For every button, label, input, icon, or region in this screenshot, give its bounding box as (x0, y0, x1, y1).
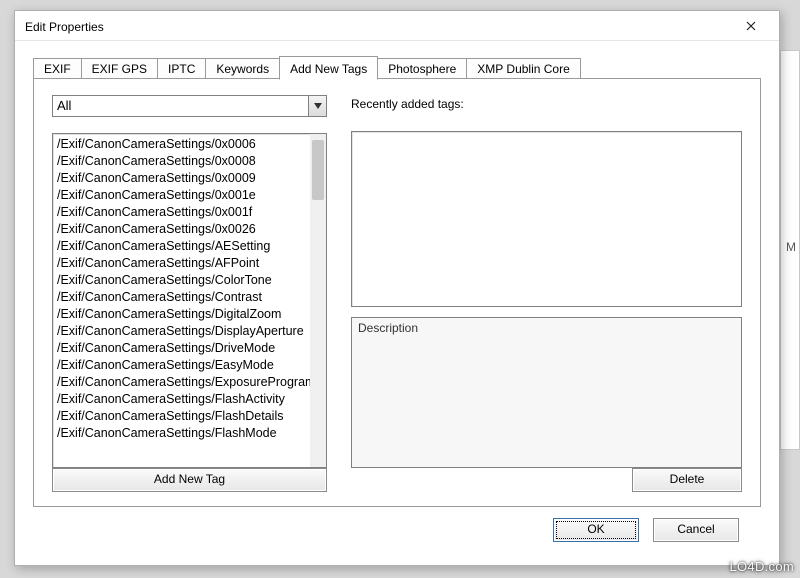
recently-added-label: Recently added tags: (351, 95, 742, 117)
tab-xmp-dublin-core[interactable]: XMP Dublin Core (466, 58, 580, 79)
tab-panel-add-new-tags: All /Exif/CanonCameraSettings/0x0006/Exi… (33, 78, 761, 507)
list-item[interactable]: /Exif/CanonCameraSettings/ColorTone (55, 272, 310, 289)
tab-iptc[interactable]: IPTC (157, 58, 206, 79)
watermark: LO4D.com (729, 559, 794, 574)
right-column: Recently added tags: Description Delete (351, 95, 742, 492)
list-item[interactable]: /Exif/CanonCameraSettings/FlashDetails (55, 408, 310, 425)
recently-added-listbox[interactable] (351, 131, 742, 307)
delete-row: Delete (351, 468, 742, 492)
list-item[interactable]: /Exif/CanonCameraSettings/0x001e (55, 187, 310, 204)
filter-combo[interactable]: All (52, 95, 327, 117)
tab-exif-gps[interactable]: EXIF GPS (81, 58, 158, 79)
scrollbar-vertical[interactable] (310, 134, 326, 467)
close-button[interactable] (731, 14, 771, 38)
tab-exif[interactable]: EXIF (33, 58, 82, 79)
add-new-tag-button[interactable]: Add New Tag (52, 468, 327, 492)
filter-combo-value: All (53, 96, 308, 116)
list-item[interactable]: /Exif/CanonCameraSettings/Contrast (55, 289, 310, 306)
titlebar: Edit Properties (15, 11, 779, 41)
list-item[interactable]: /Exif/CanonCameraSettings/0x0009 (55, 170, 310, 187)
tab-photosphere[interactable]: Photosphere (377, 58, 467, 79)
left-column: All /Exif/CanonCameraSettings/0x0006/Exi… (52, 95, 327, 492)
list-item[interactable]: /Exif/CanonCameraSettings/0x0026 (55, 221, 310, 238)
list-item[interactable]: /Exif/CanonCameraSettings/FlashActivity (55, 391, 310, 408)
list-item[interactable]: /Exif/CanonCameraSettings/DriveMode (55, 340, 310, 357)
list-item[interactable]: /Exif/CanonCameraSettings/0x001f (55, 204, 310, 221)
tags-listbox-inner: /Exif/CanonCameraSettings/0x0006/Exif/Ca… (53, 134, 310, 467)
list-item[interactable]: /Exif/CanonCameraSettings/0x0006 (55, 136, 310, 153)
tabstrip: EXIF EXIF GPS IPTC Keywords Add New Tags… (33, 55, 761, 79)
window-title: Edit Properties (25, 18, 731, 34)
dialog-client: EXIF EXIF GPS IPTC Keywords Add New Tags… (15, 41, 779, 565)
delete-button[interactable]: Delete (632, 468, 742, 492)
dialog-footer: OK Cancel (33, 507, 761, 553)
list-item[interactable]: /Exif/CanonCameraSettings/0x0008 (55, 153, 310, 170)
description-box: Description (351, 317, 742, 468)
tags-listbox[interactable]: /Exif/CanonCameraSettings/0x0006/Exif/Ca… (52, 133, 327, 468)
list-item[interactable]: /Exif/CanonCameraSettings/AESetting (55, 238, 310, 255)
list-item[interactable]: /Exif/CanonCameraSettings/DigitalZoom (55, 306, 310, 323)
tab-keywords[interactable]: Keywords (205, 58, 280, 79)
list-item[interactable]: /Exif/CanonCameraSettings/AFPoint (55, 255, 310, 272)
scrollbar-thumb[interactable] (312, 140, 324, 200)
description-label: Description (358, 321, 418, 335)
cancel-button[interactable]: Cancel (653, 518, 739, 542)
backdrop-text: M (786, 240, 796, 254)
list-item[interactable]: /Exif/CanonCameraSettings/FlashMode (55, 425, 310, 442)
list-item[interactable]: /Exif/CanonCameraSettings/ExposureProgra… (55, 374, 310, 391)
ok-button[interactable]: OK (553, 518, 639, 542)
chevron-down-icon[interactable] (308, 96, 326, 116)
tab-add-new-tags[interactable]: Add New Tags (279, 56, 378, 80)
list-item[interactable]: /Exif/CanonCameraSettings/DisplayApertur… (55, 323, 310, 340)
edit-properties-dialog: Edit Properties EXIF EXIF GPS IPTC Keywo… (14, 10, 780, 566)
list-item[interactable]: /Exif/CanonCameraSettings/EasyMode (55, 357, 310, 374)
